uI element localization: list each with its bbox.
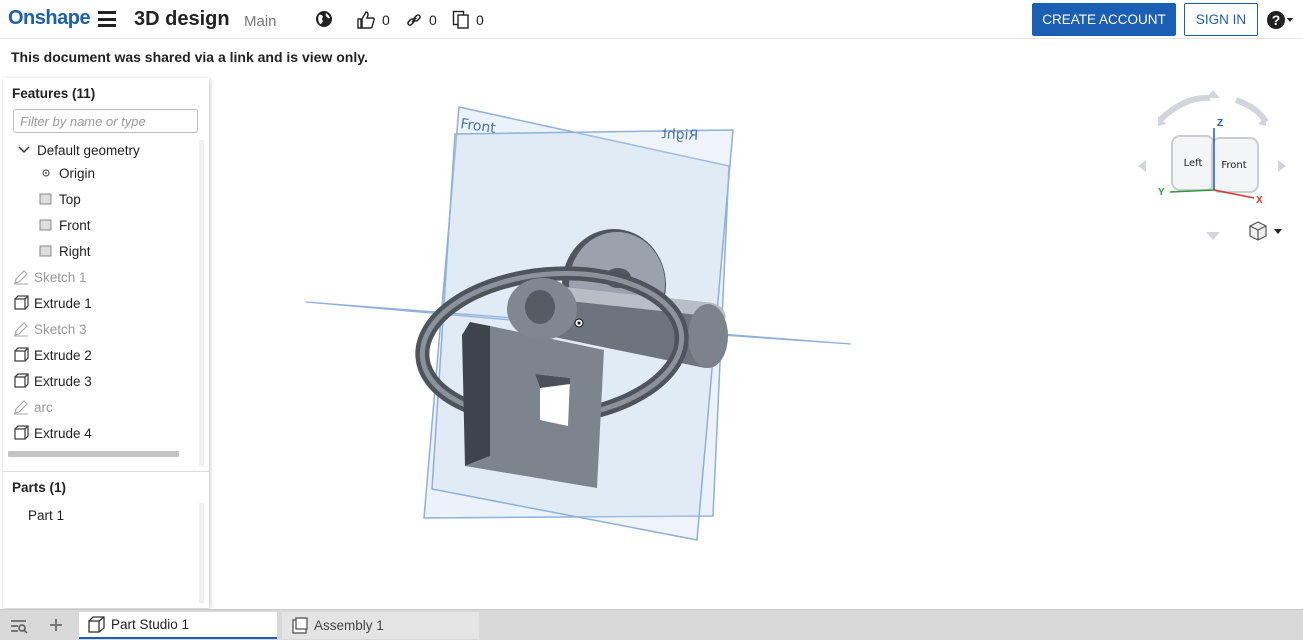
extrude-icon [14,295,29,310]
feature-list-horizontal-scrollbar[interactable] [8,451,179,457]
parts-heading: Parts (1) [12,480,67,495]
tab-label: Assembly 1 [314,618,384,633]
graphics-viewport[interactable]: Front Right Left Front Z X Y [210,70,1303,608]
right-plane-label: Right [660,126,698,144]
feature-label: Origin [59,165,96,181]
feature-item-front-plane[interactable]: Front [38,214,91,236]
feature-label: Default geometry [37,142,140,158]
svg-text:?: ? [1272,12,1281,28]
feature-label: Extrude 4 [34,425,92,441]
extrude-icon [14,373,29,388]
hamburger-menu-icon[interactable] [98,11,116,27]
feature-item-sketch-3[interactable]: Sketch 3 [13,318,87,340]
sketch-pencil-icon [14,322,28,337]
cube-front-label: Front [1221,160,1246,171]
copy-count: 0 [476,12,484,28]
view-cube[interactable]: Left Front Z X Y [1138,90,1286,240]
copy-icon[interactable] [452,10,470,29]
feature-label: Front [59,217,91,233]
feature-label: Sketch 3 [34,321,87,337]
feature-label: Extrude 2 [34,347,92,363]
feature-item-origin[interactable]: Origin [38,162,95,184]
branch-label[interactable]: Main [244,13,277,30]
top-bar: Onshape 3D design Main 0 0 0 CREATE ACCO… [0,0,1303,39]
part-list-item[interactable]: Part 1 [28,508,64,523]
part-studio-icon [88,615,105,633]
feature-label: Right [59,243,91,259]
plane-icon [39,245,52,257]
features-heading: Features (11) [12,86,96,101]
sketch-pencil-icon [14,270,28,285]
globe-icon[interactable] [315,10,333,28]
feature-label: Extrude 3 [34,373,92,389]
feature-label: Top [59,191,81,207]
tab-bar: Part Studio 1 Assembly 1 [0,609,1303,640]
feature-list-panel: Features (11) Default geometry Origin To… [3,78,209,608]
like-icon[interactable] [356,10,376,30]
like-count: 0 [382,12,390,28]
cube-left-label: Left [1184,158,1203,169]
tab-assembly-1[interactable]: Assembly 1 [282,612,479,639]
view-options-icon[interactable] [1249,221,1282,241]
feature-item-extrude-3[interactable]: Extrude 3 [13,370,92,392]
tab-manager-icon[interactable] [10,618,28,634]
extrude-icon [14,347,29,362]
feature-item-sketch-1[interactable]: Sketch 1 [13,266,87,288]
panel-divider[interactable] [3,471,209,472]
plane-icon [39,193,52,205]
create-account-button[interactable]: CREATE ACCOUNT [1032,3,1176,36]
feature-item-right-plane[interactable]: Right [38,240,91,262]
axis-z-label: Z [1217,118,1223,129]
sketch-pencil-icon [14,400,28,415]
axis-x-label: X [1256,195,1263,206]
origin-icon [42,169,50,177]
plane-icon [39,219,52,231]
axis-y-label: Y [1158,187,1165,198]
sign-in-button[interactable]: SIGN IN [1184,3,1258,36]
feature-item-arc[interactable]: arc [13,396,53,418]
feature-group-default-geometry[interactable]: Default geometry [16,139,140,161]
add-tab-icon[interactable] [49,618,63,632]
chevron-down-icon[interactable] [16,142,32,158]
parts-vertical-scrollbar[interactable] [199,503,204,603]
onshape-logo[interactable]: Onshape [8,7,91,30]
link-count: 0 [429,12,437,28]
feature-label: Extrude 1 [34,295,92,311]
model-canvas[interactable]: Front Right Left Front Z X Y [210,70,1303,608]
link-icon[interactable] [406,12,422,28]
tab-label: Part Studio 1 [111,617,190,632]
feature-item-extrude-1[interactable]: Extrude 1 [13,292,92,314]
feature-label: arc [34,399,53,415]
view-only-message: This document was shared via a link and … [11,49,368,65]
feature-list-vertical-scrollbar[interactable] [199,140,204,466]
extrude-icon [14,425,29,440]
feature-item-extrude-2[interactable]: Extrude 2 [13,344,92,366]
help-icon[interactable]: ? [1266,9,1294,31]
document-title[interactable]: 3D design [134,8,230,31]
feature-label: Sketch 1 [34,269,87,285]
feature-filter-input[interactable] [13,109,198,133]
feature-item-extrude-4[interactable]: Extrude 4 [13,422,92,444]
feature-item-top-plane[interactable]: Top [38,188,81,210]
tab-part-studio-1[interactable]: Part Studio 1 [79,612,277,639]
assembly-icon [292,616,308,634]
